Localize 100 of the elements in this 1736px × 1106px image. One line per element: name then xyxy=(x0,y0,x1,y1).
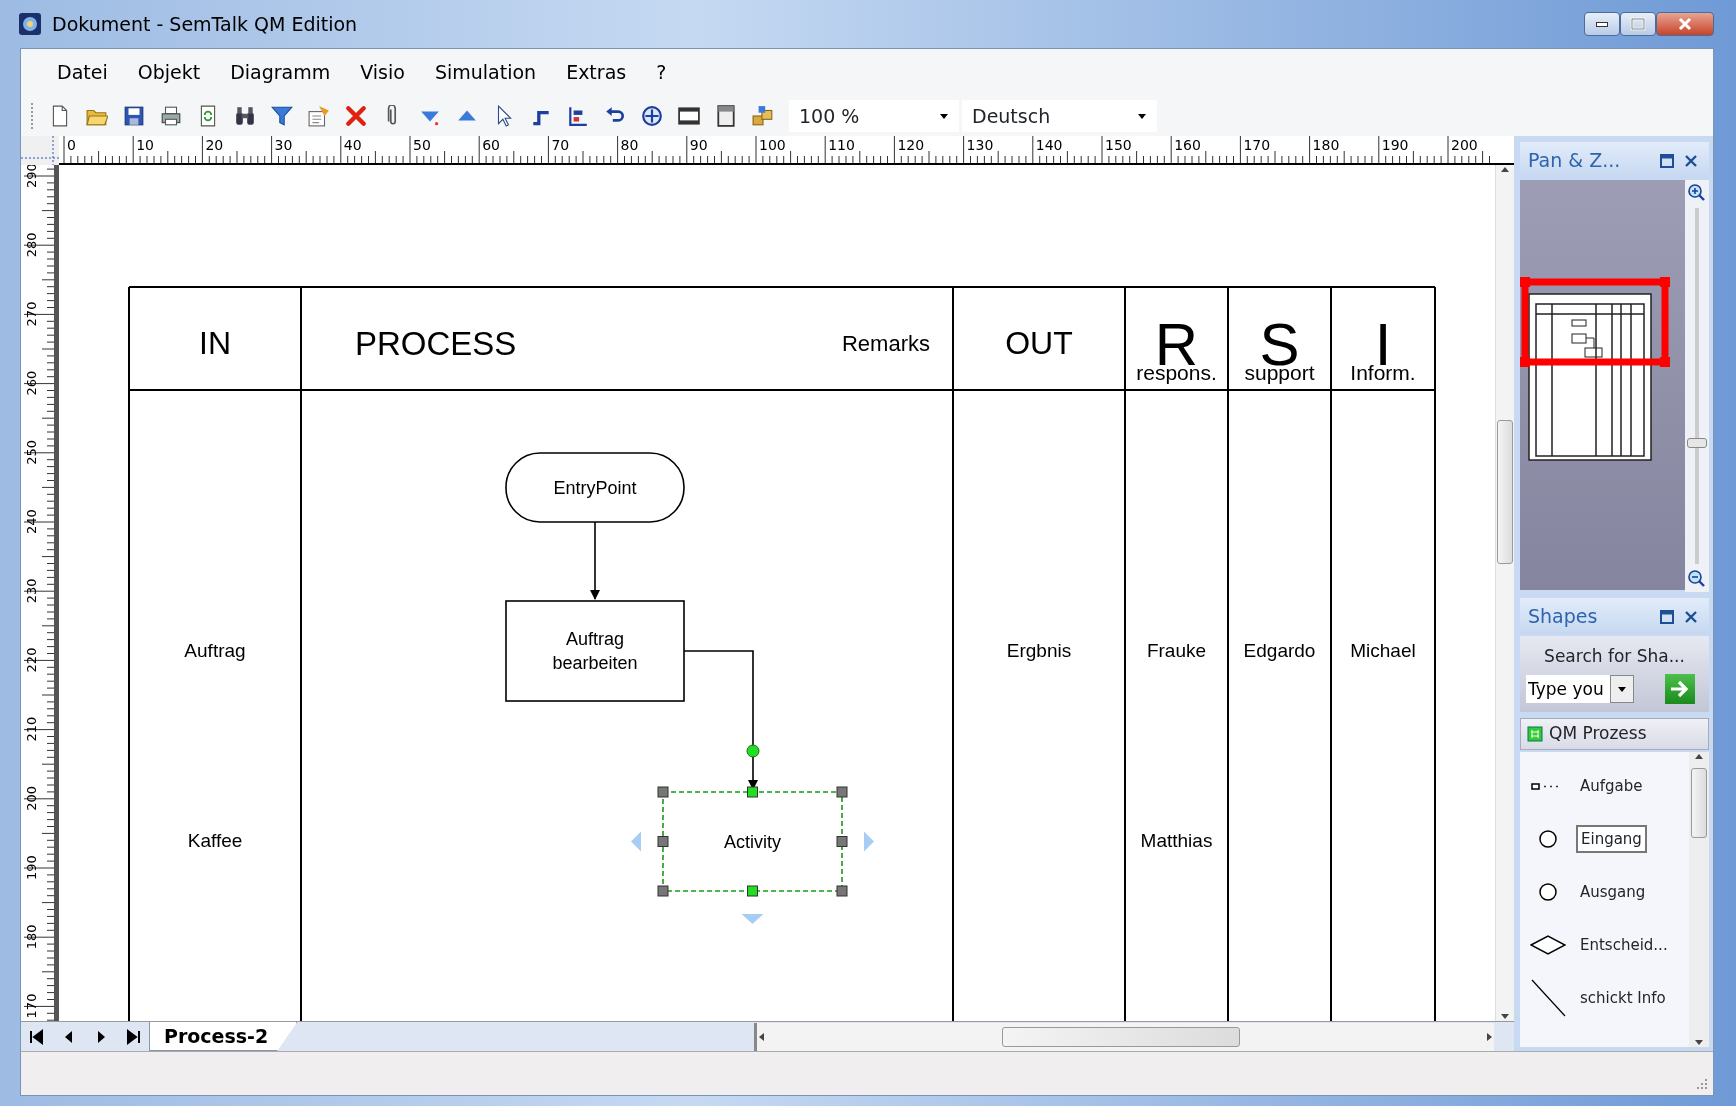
vertical-scrollbar[interactable] xyxy=(1495,165,1514,1021)
filter-icon[interactable] xyxy=(271,105,293,127)
maximize-button[interactable] xyxy=(1620,12,1656,36)
shape-label: Auftrag bearbeiten xyxy=(552,629,638,673)
resize-grip-icon[interactable] xyxy=(1695,1077,1709,1091)
menu-item[interactable]: Simulation xyxy=(420,52,551,93)
ruler-label: 60 xyxy=(482,137,501,153)
shape-label[interactable]: schickt Info xyxy=(1576,984,1670,1012)
delete-icon[interactable] xyxy=(345,105,367,127)
ruler-label: 190 xyxy=(24,855,39,880)
zoom-out-icon[interactable] xyxy=(1688,570,1706,588)
last-page-icon[interactable] xyxy=(125,1028,141,1045)
menu-item[interactable]: Extras xyxy=(552,52,641,93)
zoom-in-icon[interactable] xyxy=(1688,184,1706,202)
zoom-icon[interactable] xyxy=(641,105,663,127)
pane-title: Shapes xyxy=(1528,603,1598,629)
ruler-label: 180 xyxy=(1312,137,1340,153)
ruler-label: 10 xyxy=(136,137,155,153)
scrollbar-thumb[interactable] xyxy=(1002,1026,1240,1047)
ruler-label: 20 xyxy=(205,137,224,153)
minimize-icon xyxy=(1596,21,1608,27)
scroll-right-icon[interactable] xyxy=(1484,1031,1494,1042)
shape-label: Activity xyxy=(724,831,781,852)
ruler-label: 120 xyxy=(897,137,925,153)
cell-text: Matthias xyxy=(1140,830,1213,851)
slider-thumb[interactable] xyxy=(1687,437,1707,448)
printer-icon[interactable] xyxy=(160,105,182,127)
cell-text: Kaffee xyxy=(187,830,243,851)
search-go-button[interactable] xyxy=(1665,673,1695,704)
ruler-label: 210 xyxy=(24,716,39,742)
shape-label: EntryPoint xyxy=(553,477,637,498)
first-page-icon[interactable] xyxy=(29,1028,45,1045)
shape-label[interactable]: Eingang xyxy=(1576,824,1647,854)
line-shape-icon[interactable] xyxy=(1530,979,1566,1017)
ruler-label: 270 xyxy=(24,301,39,327)
properties-icon[interactable] xyxy=(308,105,330,127)
ruler-label: 280 xyxy=(24,232,39,258)
cell-text: Frauke xyxy=(1146,640,1207,661)
column-header: PROCESS xyxy=(355,325,517,362)
cell-text: Michael xyxy=(1350,640,1416,661)
scrollbar-thumb[interactable] xyxy=(1497,420,1513,564)
minimize-button[interactable] xyxy=(1584,12,1620,36)
menu-item[interactable]: Datei xyxy=(43,52,122,93)
ruler-label: 140 xyxy=(1035,137,1063,153)
stencil-icon xyxy=(1527,725,1543,742)
ruler-label: 70 xyxy=(551,137,570,153)
horizontal-scrollbar[interactable] xyxy=(754,1022,1494,1051)
column-header: Remarks xyxy=(842,331,930,356)
ruler-label: 40 xyxy=(343,137,362,153)
ruler-label: 160 xyxy=(1174,137,1201,153)
ruler-origin-icon xyxy=(21,136,59,165)
language-dropdown[interactable]: Deutsch xyxy=(962,100,1157,132)
scroll-down-icon[interactable] xyxy=(1694,1037,1704,1047)
shape-label[interactable]: Entscheid... xyxy=(1576,931,1672,959)
window-icon xyxy=(1659,608,1675,625)
column-header: IN xyxy=(199,325,231,361)
ruler-label: 110 xyxy=(828,137,855,153)
search-dropdown-button[interactable] xyxy=(1610,674,1634,703)
ruler-label: 30 xyxy=(274,137,293,153)
panel-icon[interactable] xyxy=(678,105,700,127)
caret-icon xyxy=(1617,684,1627,693)
search-label: Search for Sha... xyxy=(1543,645,1686,668)
view-frame[interactable] xyxy=(1520,277,1670,367)
search-field[interactable]: Type you xyxy=(1526,674,1610,703)
shape-label[interactable]: Ausgang xyxy=(1576,878,1650,906)
zoom-dropdown[interactable]: 100 % xyxy=(789,100,959,132)
ruler-label: 220 xyxy=(24,647,39,673)
ruler-label: 230 xyxy=(24,578,39,604)
align-icon[interactable] xyxy=(567,105,589,127)
scroll-left-icon[interactable] xyxy=(757,1031,767,1042)
shape-list-scrollbar[interactable] xyxy=(1689,751,1709,1047)
ruler-label: 130 xyxy=(966,137,994,153)
binoculars-icon[interactable] xyxy=(234,105,256,127)
close-button[interactable] xyxy=(1656,12,1714,36)
ruler-label: 170 xyxy=(1243,137,1271,153)
diamond-shape-icon[interactable] xyxy=(1530,935,1566,955)
close-icon xyxy=(1683,152,1699,169)
menu-item[interactable]: Diagramm xyxy=(216,52,345,93)
window-title: Dokument - SemTalk QM Edition xyxy=(52,11,358,37)
page-tab[interactable]: Process-2 xyxy=(149,1022,298,1051)
pane-title: Pan & Z... xyxy=(1528,147,1621,173)
menu-item[interactable]: ? xyxy=(642,52,681,93)
ruler-label: 80 xyxy=(620,137,639,153)
ruler-label: 180 xyxy=(24,924,39,950)
menu-item[interactable]: Visio xyxy=(346,52,419,93)
page-icon[interactable] xyxy=(715,105,737,127)
package-icon[interactable] xyxy=(752,105,774,127)
stencil-header[interactable]: QM Prozess xyxy=(1520,717,1709,750)
ruler-label: 250 xyxy=(24,439,39,465)
cell-text: Edgardo xyxy=(1243,640,1316,661)
menu-item[interactable]: Objekt xyxy=(123,52,215,93)
ruler-label: 240 xyxy=(24,509,39,534)
ruler-label: 0 xyxy=(67,137,76,153)
shape-label[interactable]: Aufgabe xyxy=(1576,772,1647,800)
scrollbar-thumb[interactable] xyxy=(1691,767,1707,838)
save-icon[interactable] xyxy=(123,105,145,127)
caret-icon xyxy=(1137,112,1147,120)
connection-point-icon[interactable] xyxy=(746,744,760,758)
caret-icon xyxy=(939,112,949,120)
selected-shape[interactable] xyxy=(657,786,848,897)
